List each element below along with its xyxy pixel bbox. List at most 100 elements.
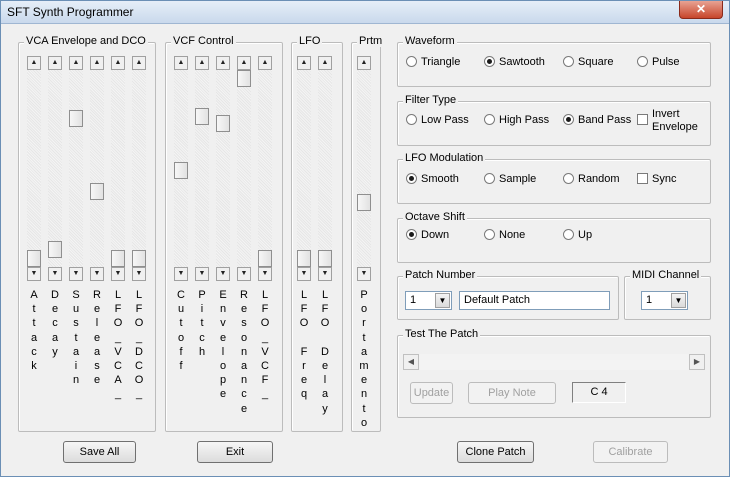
vcf-slider-1[interactable]: ▲ ▼ <box>174 56 188 281</box>
prtm-slider-1[interactable]: ▲ ▼ <box>357 56 371 281</box>
update-button[interactable]: Update <box>410 382 453 404</box>
save-all-button[interactable]: Save All <box>63 441 136 463</box>
slider-thumb[interactable] <box>90 183 104 201</box>
waveform-radio-pulse[interactable]: Pulse <box>637 56 680 68</box>
slider-thumb[interactable] <box>174 161 188 179</box>
filter-radio-band-pass[interactable]: Band Pass <box>563 114 631 126</box>
scroll-down-icon[interactable]: ▼ <box>69 267 83 281</box>
close-button[interactable]: ✕ <box>679 1 723 19</box>
exit-button[interactable]: Exit <box>197 441 273 463</box>
scroll-up-icon[interactable]: ▲ <box>90 56 104 70</box>
waveform-radio-sawtooth[interactable]: Sawtooth <box>484 56 545 68</box>
radio-icon[interactable] <box>484 114 495 125</box>
scroll-down-icon[interactable]: ▼ <box>357 267 371 281</box>
lfo-slider-2[interactable]: ▲ ▼ <box>318 56 332 281</box>
scroll-up-icon[interactable]: ▲ <box>132 56 146 70</box>
slider-thumb[interactable] <box>111 250 125 267</box>
slider-thumb[interactable] <box>318 250 332 267</box>
octave-radio-down[interactable]: Down <box>406 229 449 241</box>
scroll-up-icon[interactable]: ▲ <box>27 56 41 70</box>
calibrate-button[interactable]: Calibrate <box>593 441 668 463</box>
slider-thumb[interactable] <box>237 70 251 87</box>
slider-thumb[interactable] <box>357 194 371 212</box>
vca-slider-6[interactable]: ▲ ▼ <box>132 56 146 281</box>
scroll-down-icon[interactable]: ▼ <box>318 267 332 281</box>
play-note-button[interactable]: Play Note <box>468 382 556 404</box>
vca-slider-5[interactable]: ▲ ▼ <box>111 56 125 281</box>
slider-thumb[interactable] <box>258 250 272 267</box>
scroll-up-icon[interactable]: ▲ <box>237 56 251 70</box>
scroll-up-icon[interactable]: ▲ <box>69 56 83 70</box>
vca-slider-1[interactable]: ▲ ▼ <box>27 56 41 281</box>
scroll-up-icon[interactable]: ▲ <box>111 56 125 70</box>
scroll-right-icon[interactable]: ▶ <box>689 354 705 370</box>
scroll-up-icon[interactable]: ▲ <box>318 56 332 70</box>
lfomod-radio-sample[interactable]: Sample <box>484 173 536 185</box>
radio-icon[interactable] <box>563 229 574 240</box>
scroll-up-icon[interactable]: ▲ <box>216 56 230 70</box>
scroll-down-icon[interactable]: ▼ <box>174 267 188 281</box>
scroll-down-icon[interactable]: ▼ <box>132 267 146 281</box>
slider-thumb[interactable] <box>132 250 146 267</box>
chevron-down-icon[interactable]: ▼ <box>671 293 686 308</box>
scroll-down-icon[interactable]: ▼ <box>258 267 272 281</box>
vca-slider-4[interactable]: ▲ ▼ <box>90 56 104 281</box>
lfomod-radio-random[interactable]: Random <box>563 173 620 185</box>
scroll-up-icon[interactable]: ▲ <box>174 56 188 70</box>
slider-thumb[interactable] <box>27 250 41 267</box>
waveform-radio-triangle[interactable]: Triangle <box>406 56 460 68</box>
radio-icon[interactable] <box>484 229 495 240</box>
vcf-slider-2[interactable]: ▲ ▼ <box>195 56 209 281</box>
scroll-down-icon[interactable]: ▼ <box>195 267 209 281</box>
vcf-slider-4[interactable]: ▲ ▼ <box>237 56 251 281</box>
radio-icon[interactable] <box>406 114 417 125</box>
scroll-down-icon[interactable]: ▼ <box>90 267 104 281</box>
scroll-down-icon[interactable]: ▼ <box>27 267 41 281</box>
scroll-down-icon[interactable]: ▼ <box>237 267 251 281</box>
slider-thumb[interactable] <box>195 107 209 125</box>
waveform-radio-square[interactable]: Square <box>563 56 613 68</box>
scroll-up-icon[interactable]: ▲ <box>48 56 62 70</box>
lfo-slider-1[interactable]: ▲ ▼ <box>297 56 311 281</box>
radio-icon[interactable] <box>406 56 417 67</box>
sync-box[interactable] <box>637 173 648 184</box>
scroll-up-icon[interactable]: ▲ <box>297 56 311 70</box>
octave-radio-up[interactable]: Up <box>563 229 592 241</box>
patch-number-select[interactable]: 1 ▼ <box>405 291 452 310</box>
clone-patch-button[interactable]: Clone Patch <box>457 441 534 463</box>
filter-radio-low-pass[interactable]: Low Pass <box>406 114 469 126</box>
lfomod-radio-smooth[interactable]: Smooth <box>406 173 459 185</box>
filter-radio-high-pass[interactable]: High Pass <box>484 114 549 126</box>
scroll-down-icon[interactable]: ▼ <box>216 267 230 281</box>
radio-icon[interactable] <box>563 173 574 184</box>
slider-thumb[interactable] <box>297 250 311 267</box>
radio-icon[interactable] <box>484 56 495 67</box>
vcf-slider-3[interactable]: ▲ ▼ <box>216 56 230 281</box>
radio-icon[interactable] <box>406 173 417 184</box>
invert-envelope-checkbox[interactable]: Invert Envelope <box>637 108 698 134</box>
scroll-left-icon[interactable]: ◀ <box>403 354 419 370</box>
scroll-down-icon[interactable]: ▼ <box>111 267 125 281</box>
invert-envelope-box[interactable] <box>637 114 648 125</box>
vca-slider-3[interactable]: ▲ ▼ <box>69 56 83 281</box>
scroll-down-icon[interactable]: ▼ <box>297 267 311 281</box>
midi-channel-select[interactable]: 1 ▼ <box>641 291 688 310</box>
vca-slider-2[interactable]: ▲ ▼ <box>48 56 62 281</box>
radio-icon[interactable] <box>637 56 648 67</box>
scroll-down-icon[interactable]: ▼ <box>48 267 62 281</box>
sync-checkbox[interactable]: Sync <box>637 173 676 185</box>
radio-icon[interactable] <box>406 229 417 240</box>
vcf-slider-5[interactable]: ▲ ▼ <box>258 56 272 281</box>
radio-icon[interactable] <box>484 173 495 184</box>
scroll-up-icon[interactable]: ▲ <box>258 56 272 70</box>
scroll-up-icon[interactable]: ▲ <box>357 56 371 70</box>
slider-thumb[interactable] <box>48 241 62 258</box>
slider-thumb[interactable] <box>216 115 230 132</box>
chevron-down-icon[interactable]: ▼ <box>435 293 450 308</box>
scroll-up-icon[interactable]: ▲ <box>195 56 209 70</box>
patch-name-input[interactable]: Default Patch <box>459 291 610 310</box>
radio-icon[interactable] <box>563 56 574 67</box>
octave-radio-none[interactable]: None <box>484 229 525 241</box>
radio-icon[interactable] <box>563 114 574 125</box>
slider-thumb[interactable] <box>69 109 83 127</box>
